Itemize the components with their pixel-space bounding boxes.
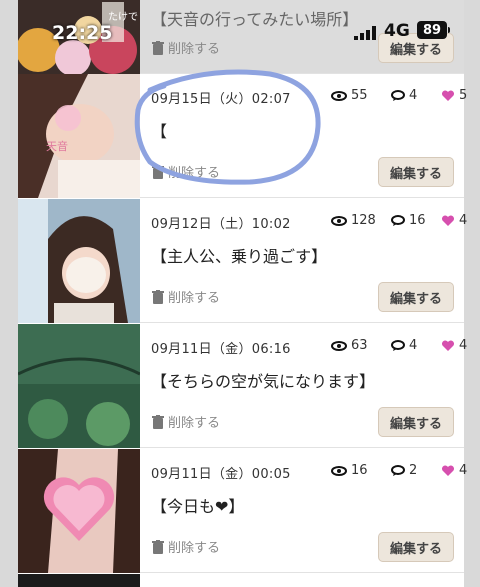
delete-button[interactable]: 削除する (152, 38, 220, 57)
edit-button[interactable]: 編集する (378, 157, 454, 187)
comment-eye-icon (391, 214, 405, 226)
frame-left (0, 0, 18, 587)
views-stat: 55 (331, 88, 368, 103)
delete-button[interactable]: 削除する (152, 537, 220, 556)
comment-eye-icon (391, 464, 405, 476)
post-thumbnail[interactable]: 天音 (18, 74, 140, 198)
comments-stat: 2 (391, 463, 417, 478)
next-post-edge (18, 574, 464, 587)
comments-count: 2 (409, 463, 418, 478)
post-title: 【天音の行ってみたい場所】 (151, 10, 359, 29)
thumbnail-image (18, 324, 140, 448)
post-meta: 09月11日（金）00:05 16 2 4 (151, 463, 467, 483)
eye-icon (331, 215, 347, 226)
heart-icon (441, 464, 455, 476)
post-meta: 09月15日（火）02:07 55 4 5 (151, 88, 467, 108)
post-date: 09月15日（火）02:07 (151, 92, 291, 107)
post-date: 09月12日（土）10:02 (151, 217, 291, 232)
post-thumbnail[interactable] (18, 449, 140, 573)
post-date: 09月11日（金）00:05 (151, 467, 291, 482)
likes-stat: 4 (441, 213, 467, 228)
comments-stat: 4 (391, 338, 417, 353)
delete-label: 削除する (168, 416, 221, 431)
post-title: 【 (151, 122, 168, 141)
post-thumbnail[interactable] (18, 199, 140, 323)
comments-stat: 4 (391, 88, 417, 103)
edit-button[interactable]: 編集する (378, 407, 454, 437)
post-item[interactable]: 09月11日（金）06:16 63 4 4 【そちらの空が気になります】 削除す… (18, 324, 467, 448)
trash-icon (152, 40, 164, 55)
delete-button[interactable]: 削除する (152, 287, 220, 306)
likes-count: 4 (459, 463, 468, 478)
views-stat: 16 (331, 463, 368, 478)
likes-stat: 5 (441, 88, 467, 103)
post-thumbnail[interactable]: たけで (18, 0, 140, 74)
post-title: 【主人公、乗り過ごす】 (151, 247, 328, 266)
trash-icon (152, 539, 164, 554)
thumbnail-image (18, 449, 140, 573)
likes-stat: 4 (441, 463, 467, 478)
edit-button[interactable]: 編集する (378, 532, 454, 562)
heart-icon (441, 214, 455, 226)
comments-stat: 16 (391, 213, 426, 228)
post-title: 【今日も❤】 (151, 497, 245, 516)
post-item[interactable]: 09月12日（土）10:02 128 16 4 【主人公、乗り過ごす】 削除する… (18, 199, 467, 323)
post-item[interactable]: 天音 09月15日（火）02:07 55 4 5 【 削除する 編集する (18, 74, 467, 198)
views-count: 55 (351, 88, 368, 103)
heart-icon (441, 89, 455, 101)
delete-label: 削除する (168, 541, 221, 556)
likes-count: 5 (459, 88, 468, 103)
thumbnail-image: たけで (18, 0, 140, 74)
views-stat: 128 (331, 213, 376, 228)
comments-count: 16 (409, 213, 426, 228)
delete-button[interactable]: 削除する (152, 162, 220, 181)
thumbnail-image (18, 199, 140, 323)
post-item[interactable]: たけで 【天音の行ってみたい場所】 削除する 編集する (18, 0, 464, 74)
heart-icon (441, 339, 455, 351)
comments-count: 4 (409, 338, 418, 353)
views-stat: 63 (331, 338, 368, 353)
thumb-overlay-text: 天音 (46, 139, 68, 153)
trash-icon (152, 289, 164, 304)
screen: たけで 【天音の行ってみたい場所】 削除する 編集する 天音 09月15日（火）… (0, 0, 480, 587)
views-count: 63 (351, 338, 368, 353)
post-date: 09月11日（金）06:16 (151, 342, 291, 357)
likes-count: 4 (459, 338, 468, 353)
comment-eye-icon (391, 339, 405, 351)
likes-count: 4 (459, 213, 468, 228)
eye-icon (331, 90, 347, 101)
edit-button[interactable]: 編集する (378, 33, 454, 63)
comment-eye-icon (391, 89, 405, 101)
comments-count: 4 (409, 88, 418, 103)
delete-button[interactable]: 削除する (152, 412, 220, 431)
post-meta: 09月11日（金）06:16 63 4 4 (151, 338, 467, 358)
post-thumbnail[interactable] (18, 324, 140, 448)
eye-icon (331, 465, 347, 476)
post-title: 【そちらの空が気になります】 (151, 372, 376, 391)
thumbnail-image: 天音 (18, 74, 140, 198)
post-meta: 09月12日（土）10:02 128 16 4 (151, 213, 467, 233)
delete-label: 削除する (168, 166, 221, 181)
views-count: 16 (351, 463, 368, 478)
post-item[interactable]: 09月11日（金）00:05 16 2 4 【今日も❤】 削除する 編集する (18, 449, 467, 573)
trash-icon (152, 414, 164, 429)
delete-label: 削除する (168, 42, 221, 57)
likes-stat: 4 (441, 338, 467, 353)
trash-icon (152, 164, 164, 179)
delete-label: 削除する (168, 291, 221, 306)
thumb-overlay-text: たけで (108, 11, 138, 23)
eye-icon (331, 340, 347, 351)
edit-button[interactable]: 編集する (378, 282, 454, 312)
views-count: 128 (351, 213, 376, 228)
